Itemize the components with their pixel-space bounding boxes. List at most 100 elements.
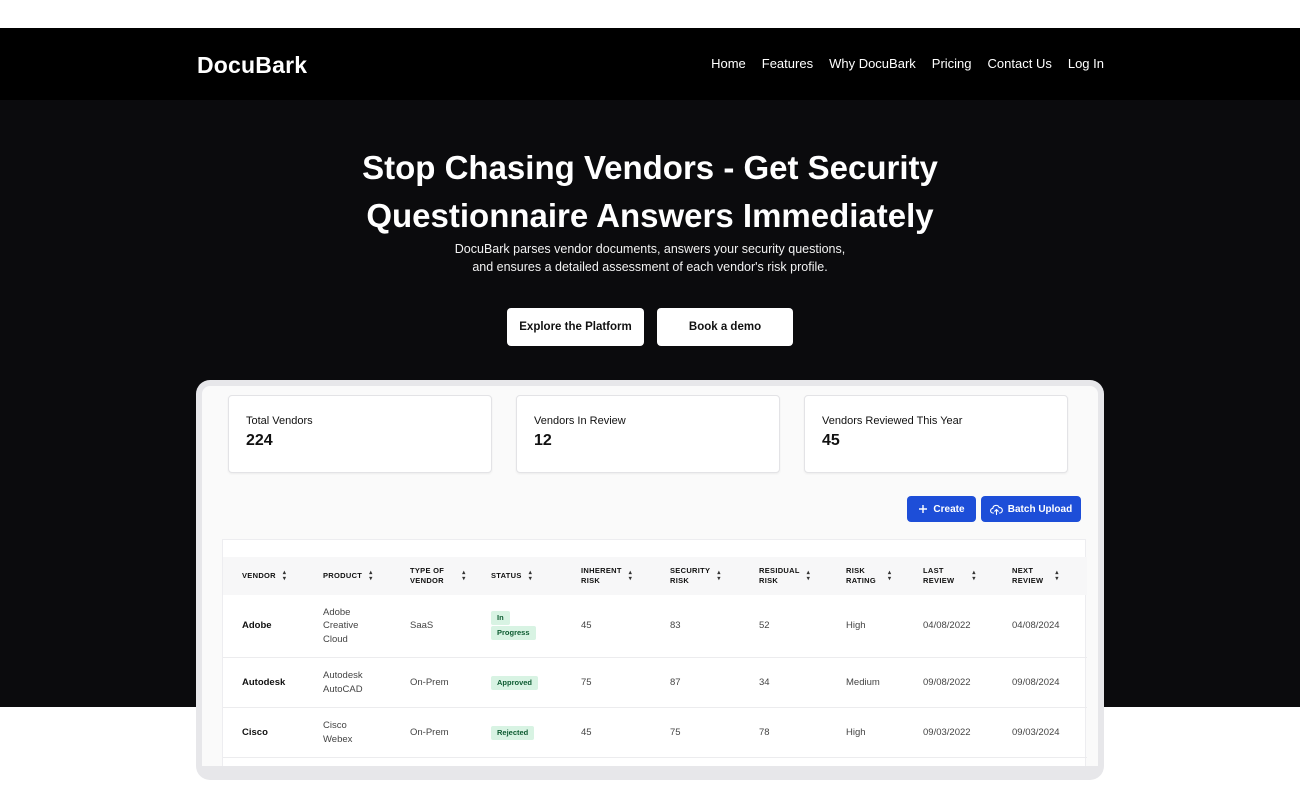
cell-security-risk: 83 [670, 620, 681, 632]
sort-icon[interactable]: ▴ ▾ [717, 570, 720, 582]
table-row[interactable]: Autodesk Autodesk AutoCAD On-Prem Approve… [223, 658, 1087, 708]
hero-title-line-1: Stop Chasing Vendors - Get Security [362, 149, 938, 186]
stat-card-vendors-in-review: Vendors In Review 12 [516, 395, 780, 473]
hero-title: Stop Chasing Vendors - Get Security Ques… [0, 144, 1300, 240]
nav-link-features[interactable]: Features [762, 56, 813, 71]
column-header-label: STATUS [491, 571, 522, 580]
cell-inherent-risk: 45 [581, 620, 592, 632]
cell-inherent-risk: 45 [581, 726, 592, 738]
nav-link-contact-us[interactable]: Contact Us [988, 56, 1052, 71]
column-header-label: RESIDUAL RISK [759, 566, 800, 586]
create-button-label: Create [933, 503, 965, 515]
cell-type: On-Prem [410, 676, 449, 688]
vendor-table: VENDOR ▴ ▾ PRODUCT ▴ ▾ TYPE OF VENDOR ▴ ▾ ST… [222, 539, 1087, 766]
cell-last-review: 09/03/2022 [923, 726, 971, 738]
batch-upload-button[interactable]: Batch Upload [981, 496, 1081, 522]
nav-link-log-in[interactable]: Log In [1068, 56, 1104, 71]
stat-value: 12 [534, 432, 552, 449]
cell-next-review: 04/08/2024 [1012, 620, 1060, 632]
cell-security-risk: 75 [670, 726, 681, 738]
column-header-label: PRODUCT [323, 571, 363, 580]
sort-icon[interactable]: ▴ ▾ [629, 570, 632, 582]
top-nav [0, 28, 1300, 100]
column-header-label: SECURITY RISK [670, 566, 710, 586]
header-line: RISK [670, 576, 690, 585]
sort-icon[interactable]: ▴ ▾ [283, 570, 286, 582]
sort-icon[interactable]: ▴ ▾ [807, 570, 810, 582]
stat-card-vendors-reviewed-this-year: Vendors Reviewed This Year 45 [804, 395, 1068, 473]
hero-subtitle-line-1: DocuBark parses vendor documents, answer… [454, 242, 846, 256]
cell-type: SaaS [410, 620, 434, 632]
cell-risk-rating: High [846, 726, 866, 738]
stat-label: Total Vendors [246, 415, 313, 427]
table-header: VENDOR ▴ ▾ PRODUCT ▴ ▾ TYPE OF VENDOR ▴ ▾ ST… [223, 557, 1087, 595]
plus-icon [919, 505, 928, 513]
cell-risk-rating: High [846, 620, 866, 632]
sort-icon[interactable]: ▴ ▾ [369, 570, 372, 582]
dashboard-preview: Total Vendors 224 Vendors In Review 12 V… [202, 386, 1098, 766]
stat-value: 224 [246, 432, 273, 449]
cell-status: In Progress [491, 595, 536, 657]
status-badge: Rejected [491, 725, 535, 740]
book-demo-button[interactable]: Book a demo [657, 308, 793, 346]
product-line: Creative [323, 620, 359, 632]
cell-last-review: 04/08/2022 [923, 620, 971, 632]
column-header-next-review[interactable]: NEXT REVIEW ▴ ▾ [1012, 557, 1059, 595]
column-header-label: INHERENT RISK [581, 566, 622, 586]
header-line: RISK [581, 576, 601, 585]
create-button[interactable]: Create [907, 496, 976, 522]
cell-inherent-risk: 75 [581, 676, 592, 688]
status-badge: Approved [491, 675, 539, 690]
sort-icon[interactable]: ▴ ▾ [888, 570, 891, 582]
status-badge-line: Progress [491, 626, 536, 640]
hero-subtitle-line-2: and ensures a detailed assessment of eac… [472, 260, 828, 274]
sort-icon[interactable]: ▴ ▾ [462, 570, 465, 582]
cell-next-review: 09/08/2024 [1012, 676, 1060, 688]
column-header-product[interactable]: PRODUCT ▴ ▾ [323, 557, 373, 595]
cell-product: Autodesk AutoCAD [323, 658, 363, 707]
header-line: TYPE OF [410, 566, 445, 575]
stat-label: Vendors In Review [534, 415, 626, 427]
stat-value: 45 [822, 432, 840, 449]
table-row[interactable]: Adobe Adobe Creative Cloud SaaS In Progres… [223, 595, 1087, 658]
column-header-label: NEXT REVIEW [1012, 566, 1043, 586]
nav-link-pricing[interactable]: Pricing [932, 56, 972, 71]
column-header-risk-rating[interactable]: RISK RATING ▴ ▾ [846, 557, 891, 595]
column-header-label: TYPE OF VENDOR [410, 566, 444, 586]
nav-link-home[interactable]: Home [711, 56, 746, 71]
header-line: RISK [759, 576, 779, 585]
column-header-residual-risk[interactable]: RESIDUAL RISK ▴ ▾ [759, 557, 810, 595]
cell-vendor[interactable]: Adobe [242, 595, 272, 657]
status-badge: In Progress [491, 611, 536, 641]
column-header-label: RISK RATING [846, 566, 876, 586]
logo[interactable]: DocuBark [197, 52, 307, 79]
cell-security-risk: 87 [670, 676, 681, 688]
product-line: Adobe [323, 606, 351, 618]
column-header-security-risk[interactable]: SECURITY RISK ▴ ▾ [670, 557, 721, 595]
hero-title-line-2: Questionnaire Answers Immediately [366, 197, 934, 234]
column-header-type-of-vendor[interactable]: TYPE OF VENDOR ▴ ▾ [410, 557, 466, 595]
cell-next-review: 09/03/2024 [1012, 726, 1060, 738]
cell-status: Rejected [491, 708, 535, 757]
sort-icon[interactable]: ▴ ▾ [972, 570, 975, 582]
product-line: Webex [323, 733, 353, 745]
sort-icon[interactable]: ▴ ▾ [1055, 570, 1058, 582]
column-header-inherent-risk[interactable]: INHERENT RISK ▴ ▾ [581, 557, 632, 595]
cell-risk-rating: Medium [846, 676, 880, 688]
batch-upload-button-label: Batch Upload [1007, 503, 1073, 515]
cell-residual-risk: 34 [759, 676, 770, 688]
explore-platform-button[interactable]: Explore the Platform [507, 308, 644, 346]
cell-vendor[interactable]: Autodesk [242, 658, 285, 707]
nav-link-why-docubark[interactable]: Why DocuBark [829, 56, 916, 71]
column-header-status[interactable]: STATUS ▴ ▾ [491, 557, 532, 595]
product-line: Cloud [323, 633, 348, 645]
cell-vendor[interactable]: Cisco [242, 708, 268, 757]
product-line: Autodesk [323, 670, 363, 681]
column-header-vendor[interactable]: VENDOR ▴ ▾ [242, 557, 286, 595]
header-line: REVIEW [1012, 576, 1044, 585]
sort-icon[interactable]: ▴ ▾ [529, 570, 532, 582]
header-line: LAST [923, 566, 944, 575]
table-row[interactable]: Cisco Cisco Webex On-Prem Rejected 45 75 … [223, 708, 1087, 758]
header-line: VENDOR [410, 576, 444, 585]
column-header-last-review[interactable]: LAST REVIEW ▴ ▾ [923, 557, 976, 595]
